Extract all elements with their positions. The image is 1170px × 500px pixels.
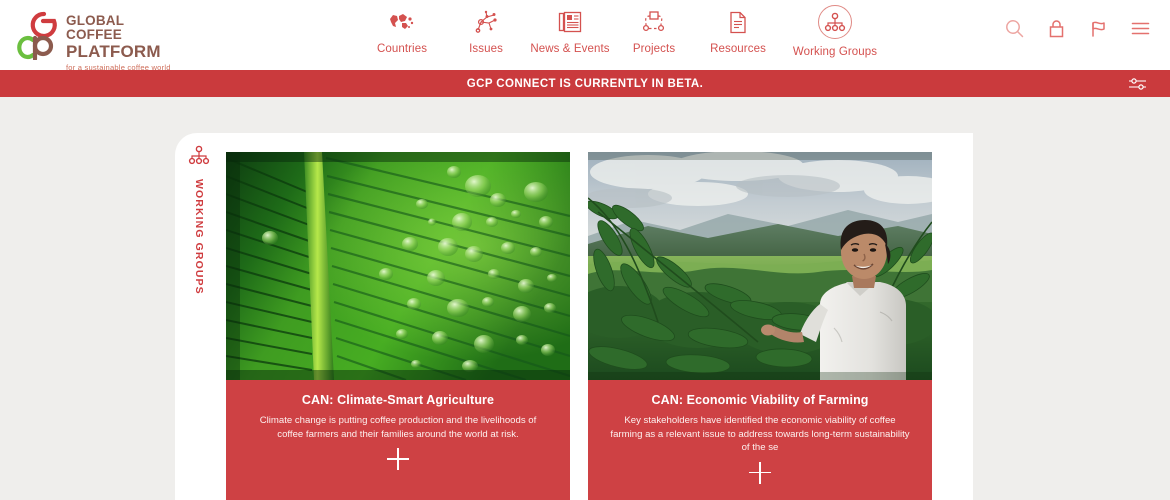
- card-body: CAN: Economic Viability of Farming Key s…: [588, 380, 932, 500]
- world-map-icon: [389, 8, 415, 36]
- nav-item-resources[interactable]: Resources: [696, 8, 780, 55]
- nav-label-news-events: News & Events: [530, 43, 610, 55]
- card-title: CAN: Economic Viability of Farming: [651, 393, 869, 407]
- nav-item-news-events[interactable]: News & Events: [528, 8, 612, 55]
- nav-item-countries[interactable]: Countries: [360, 8, 444, 55]
- card-body: CAN: Climate-Smart Agriculture Climate c…: [226, 380, 570, 486]
- nav-label-countries: Countries: [376, 43, 428, 55]
- card-image-coffee-farmer: [588, 152, 932, 380]
- brand-logo[interactable]: GLOBAL COFFEE PLATFORM for a sustainable…: [16, 8, 176, 72]
- logo-line-1: GLOBAL COFFEE: [66, 13, 124, 42]
- card-image-green-leaf: [226, 152, 570, 380]
- main-navigation: Countries Issues News & Events Projects …: [360, 5, 890, 58]
- working-group-card[interactable]: CAN: Economic Viability of Farming Key s…: [588, 152, 932, 500]
- logo-mark-icon: [16, 10, 60, 62]
- lock-icon[interactable]: [1046, 18, 1066, 38]
- document-icon: [728, 8, 748, 36]
- plus-icon[interactable]: [749, 461, 771, 484]
- card-description: Climate change is putting coffee product…: [259, 415, 537, 440]
- working-groups-card-list: CAN: Climate-Smart Agriculture Climate c…: [226, 152, 932, 500]
- content-panel: WORKING GROUPS CAN: Climate-Smart Agricu…: [175, 133, 973, 500]
- working-group-card[interactable]: CAN: Climate-Smart Agriculture Climate c…: [226, 152, 570, 500]
- site-header: GLOBAL COFFEE PLATFORM for a sustainable…: [0, 0, 1170, 72]
- header-tools: [1004, 18, 1150, 38]
- working-groups-tab-label: WORKING GROUPS: [193, 179, 205, 295]
- working-groups-icon: [818, 5, 852, 39]
- nav-label-projects: Projects: [632, 43, 676, 55]
- network-nodes-icon: [473, 8, 499, 36]
- nav-label-issues: Issues: [469, 43, 503, 55]
- working-groups-side-tab[interactable]: WORKING GROUPS: [175, 133, 223, 295]
- flag-icon[interactable]: [1088, 18, 1108, 38]
- beta-banner: GCP CONNECT IS CURRENTLY IN BETA.: [0, 70, 1170, 97]
- beta-banner-text: GCP CONNECT IS CURRENTLY IN BETA.: [466, 77, 704, 90]
- plus-icon[interactable]: [387, 448, 409, 471]
- search-icon[interactable]: [1004, 18, 1024, 38]
- brand-wordmark: GLOBAL COFFEE PLATFORM for a sustainable…: [66, 14, 176, 72]
- working-groups-tab-icon: [188, 145, 210, 170]
- page-root: GLOBAL COFFEE PLATFORM for a sustainable…: [0, 0, 1170, 500]
- logo-line-2: PLATFORM: [66, 42, 161, 61]
- newspaper-icon: [558, 8, 582, 36]
- nav-item-projects[interactable]: Projects: [612, 8, 696, 55]
- project-diagram-icon: [642, 8, 666, 36]
- sliders-icon[interactable]: [1128, 77, 1148, 91]
- nav-item-working-groups[interactable]: Working Groups: [780, 5, 890, 58]
- nav-item-issues[interactable]: Issues: [444, 8, 528, 55]
- nav-label-working-groups: Working Groups: [792, 46, 878, 58]
- hamburger-menu-icon[interactable]: [1130, 18, 1150, 38]
- card-title: CAN: Climate-Smart Agriculture: [301, 393, 495, 407]
- card-description: Key stakeholders have identified the eco…: [610, 415, 910, 454]
- nav-label-resources: Resources: [710, 43, 766, 55]
